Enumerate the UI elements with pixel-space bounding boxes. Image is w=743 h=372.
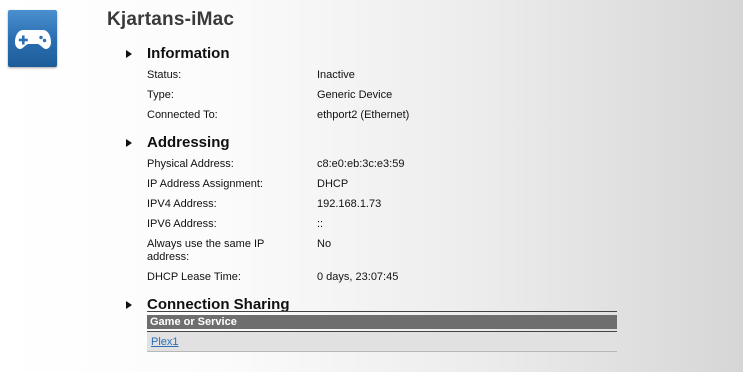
table-header-game-or-service: Game or Service [147, 315, 617, 329]
section-information-toggle[interactable]: Information [126, 45, 230, 62]
disclosure-triangle-icon [126, 138, 132, 147]
always-same-ip-value: No [317, 238, 332, 250]
connected-to-label: Connected To: [147, 109, 218, 121]
type-value: Generic Device [317, 89, 393, 101]
game-controller-icon [14, 29, 51, 49]
disclosure-triangle-icon [126, 49, 132, 58]
device-icon [8, 10, 57, 67]
section-addressing-toggle[interactable]: Addressing [126, 134, 230, 151]
table-row: Plex1 [147, 332, 617, 352]
status-value: Inactive [317, 69, 355, 81]
physical-address-value: c8:e0:eb:3c:e3:59 [317, 158, 405, 170]
ipv6-address-label: IPV6 Address: [147, 218, 217, 230]
disclosure-triangle-icon [126, 300, 132, 309]
type-label: Type: [147, 89, 174, 101]
device-title: Kjartans-iMac [107, 9, 235, 30]
ip-assignment-value: DHCP [317, 178, 349, 190]
table-divider [147, 311, 617, 312]
status-label: Status: [147, 69, 182, 81]
ipv4-address-label: IPV4 Address: [147, 198, 217, 210]
section-title-addressing: Addressing [147, 134, 230, 151]
physical-address-label: Physical Address: [147, 158, 234, 170]
always-same-ip-label: Always use the same IP address: [147, 238, 265, 263]
service-link[interactable]: Plex1 [151, 336, 179, 348]
ip-assignment-label: IP Address Assignment: [147, 178, 263, 190]
connection-sharing-table: Game or Service Plex1 [147, 311, 617, 352]
section-title-information: Information [147, 45, 230, 62]
ipv6-address-value: :: [317, 218, 324, 230]
ipv4-address-value: 192.168.1.73 [317, 198, 382, 210]
dhcp-lease-value: 0 days, 23:07:45 [317, 271, 399, 283]
connected-to-value: ethport2 (Ethernet) [317, 109, 410, 121]
dhcp-lease-label: DHCP Lease Time: [147, 271, 241, 283]
